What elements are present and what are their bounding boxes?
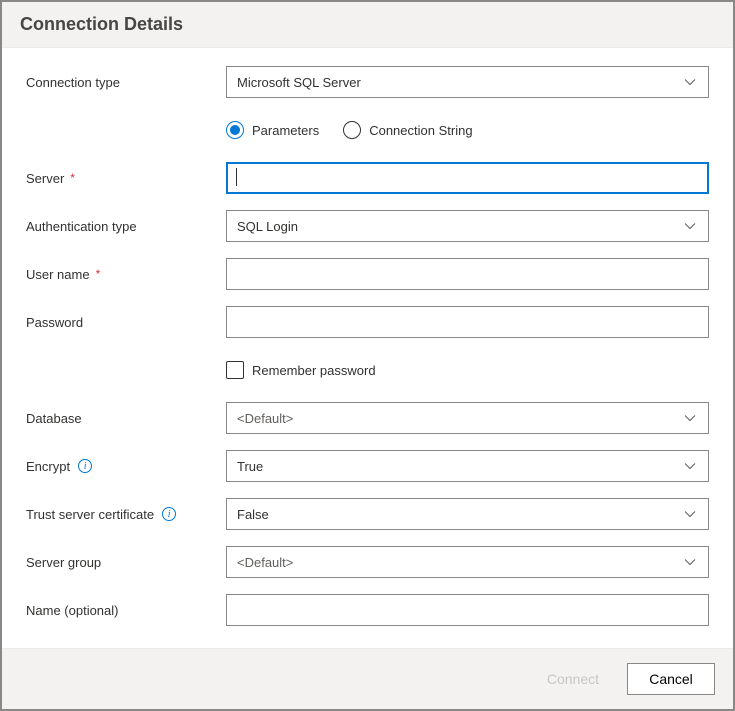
chevron-down-icon — [684, 220, 696, 232]
label-password: Password — [26, 315, 226, 330]
database-select[interactable]: <Default> — [226, 402, 709, 434]
chevron-down-icon — [684, 76, 696, 88]
required-asterisk: * — [70, 171, 75, 185]
radio-connection-string[interactable]: Connection String — [343, 121, 472, 139]
chevron-down-icon — [684, 556, 696, 568]
form-body: Connection type Microsoft SQL Server Par… — [2, 48, 733, 648]
password-input[interactable] — [226, 306, 709, 338]
label-name-optional: Name (optional) — [26, 603, 226, 618]
radio-circle-icon — [343, 121, 361, 139]
server-input[interactable] — [226, 162, 709, 194]
remember-password-checkbox[interactable]: Remember password — [226, 361, 709, 379]
chevron-down-icon — [684, 412, 696, 424]
radio-circle-icon — [226, 121, 244, 139]
username-input[interactable] — [226, 258, 709, 290]
connect-button[interactable]: Connect — [529, 663, 617, 695]
label-auth-type: Authentication type — [26, 219, 226, 234]
radio-parameters[interactable]: Parameters — [226, 121, 319, 139]
dialog-footer: Connect Cancel — [2, 648, 733, 709]
chevron-down-icon — [684, 508, 696, 520]
label-user-name: User name* — [26, 267, 226, 282]
name-optional-input[interactable] — [226, 594, 709, 626]
auth-type-select[interactable]: SQL Login — [226, 210, 709, 242]
label-encrypt: Encrypt i — [26, 459, 226, 474]
info-icon[interactable]: i — [78, 459, 92, 473]
label-database: Database — [26, 411, 226, 426]
label-server-group: Server group — [26, 555, 226, 570]
dialog-header: Connection Details — [2, 2, 733, 48]
encrypt-select[interactable]: True — [226, 450, 709, 482]
checkbox-box-icon — [226, 361, 244, 379]
label-trust-cert: Trust server certificate i — [26, 507, 226, 522]
connection-type-select[interactable]: Microsoft SQL Server — [226, 66, 709, 98]
server-group-select[interactable]: <Default> — [226, 546, 709, 578]
text-caret — [236, 168, 237, 186]
cancel-button[interactable]: Cancel — [627, 663, 715, 695]
info-icon[interactable]: i — [162, 507, 176, 521]
label-server: Server* — [26, 171, 226, 186]
chevron-down-icon — [684, 460, 696, 472]
dialog-title: Connection Details — [20, 14, 715, 35]
required-asterisk: * — [96, 267, 101, 281]
label-connection-type: Connection type — [26, 75, 226, 90]
trust-cert-select[interactable]: False — [226, 498, 709, 530]
